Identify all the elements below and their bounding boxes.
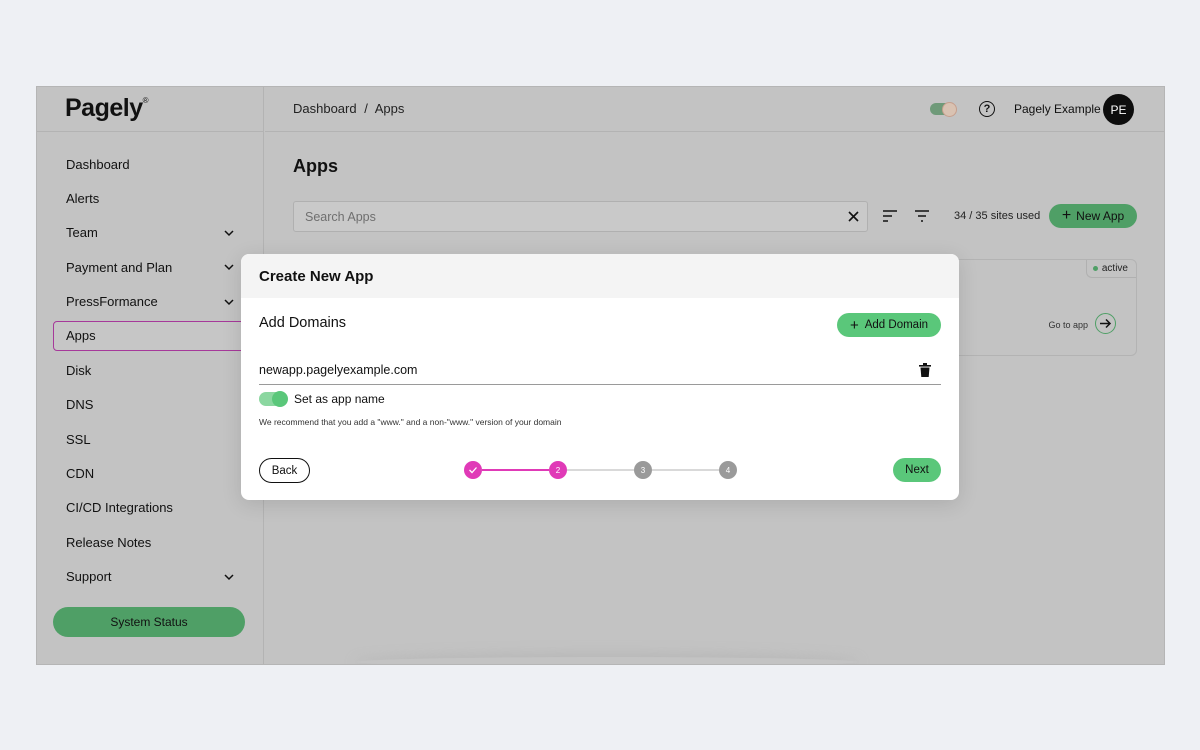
status-badge: active xyxy=(1085,260,1136,278)
modal-title: Create New App xyxy=(241,254,959,298)
step-2[interactable]: 2 xyxy=(549,461,567,479)
sidebar-item-label: Release Notes xyxy=(66,534,152,550)
shadow-decoration xyxy=(357,657,857,664)
section-title: Add Domains xyxy=(259,315,347,331)
step-connector xyxy=(482,469,549,471)
page-title: Apps xyxy=(293,156,338,176)
sidebar-item-cdn[interactable]: CDN xyxy=(53,459,245,489)
sidebar-item-team[interactable]: Team xyxy=(53,218,245,248)
sidebar-item-label: PressFormance xyxy=(66,294,158,310)
chevron-down-icon[interactable] xyxy=(223,571,235,583)
chevron-down-icon[interactable] xyxy=(223,261,235,273)
step-connector xyxy=(652,469,719,471)
next-button[interactable]: Next xyxy=(893,458,941,482)
sidebar-item-label: SSL xyxy=(66,431,91,447)
go-to-app-link[interactable]: Go to app xyxy=(1048,320,1088,330)
back-button[interactable]: Back xyxy=(259,458,310,483)
sidebar-item-disk[interactable]: Disk xyxy=(53,355,245,385)
plus-icon: + xyxy=(849,316,859,334)
sidebar-item-apps[interactable]: Apps xyxy=(53,320,245,351)
sites-used-count: 34 / 35 sites used xyxy=(954,210,1041,222)
sidebar: Pagely® Dashboard Alerts Team Payment an… xyxy=(37,87,264,664)
domain-field[interactable]: newapp.pagelyexample.com xyxy=(259,361,941,385)
domain-value: newapp.pagelyexample.com xyxy=(259,363,418,377)
system-status-button[interactable]: System Status xyxy=(53,607,245,637)
theme-toggle[interactable] xyxy=(930,102,957,117)
sidebar-item-label: Support xyxy=(66,569,112,585)
sort-icon[interactable] xyxy=(882,209,898,223)
chevron-down-icon[interactable] xyxy=(223,227,235,239)
sidebar-item-label: DNS xyxy=(66,397,94,413)
chevron-down-icon[interactable] xyxy=(223,296,235,308)
sidebar-item-label: Payment and Plan xyxy=(66,259,173,275)
step-4: 4 xyxy=(719,461,737,479)
trash-icon[interactable] xyxy=(919,363,931,377)
sidebar-nav: Dashboard Alerts Team Payment and Plan P… xyxy=(53,149,245,596)
hint-text: We recommend that you add a "www." and a… xyxy=(259,417,562,427)
sidebar-item-dashboard[interactable]: Dashboard xyxy=(53,149,245,179)
add-domain-label: Add Domain xyxy=(864,319,929,331)
sidebar-item-dns[interactable]: DNS xyxy=(53,390,245,420)
divider xyxy=(265,131,1164,132)
sidebar-item-label: Dashboard xyxy=(66,156,130,172)
divider xyxy=(37,131,264,132)
plus-icon: + xyxy=(1061,207,1072,224)
new-app-button[interactable]: + New App xyxy=(1049,204,1137,228)
sidebar-item-ssl[interactable]: SSL xyxy=(53,424,245,454)
sidebar-item-cicd-integrations[interactable]: CI/CD Integrations xyxy=(53,493,245,523)
search-input[interactable]: Search Apps xyxy=(293,201,868,232)
set-app-name-toggle[interactable] xyxy=(259,391,288,407)
sidebar-item-label: Alerts xyxy=(66,190,100,206)
sidebar-item-payment-and-plan[interactable]: Payment and Plan xyxy=(53,252,245,282)
sidebar-item-label: CDN xyxy=(66,466,95,482)
sidebar-item-release-notes[interactable]: Release Notes xyxy=(53,527,245,557)
user-name[interactable]: Pagely Example xyxy=(1014,102,1101,116)
avatar[interactable]: PE xyxy=(1103,94,1134,125)
sidebar-item-support[interactable]: Support xyxy=(53,562,245,592)
stepper: 2 3 4 xyxy=(464,461,739,479)
step-3: 3 xyxy=(634,461,652,479)
sidebar-item-pressformance[interactable]: PressFormance xyxy=(53,287,245,317)
breadcrumb: Dashboard / Apps xyxy=(293,101,408,116)
help-icon[interactable]: ? xyxy=(979,101,995,117)
new-app-label: New App xyxy=(1076,209,1125,223)
step-1-check-icon[interactable] xyxy=(464,461,482,479)
sidebar-item-label: Disk xyxy=(66,362,92,378)
create-app-modal: Create New App Add Domains + Add Domain n… xyxy=(241,254,959,500)
sidebar-item-alerts[interactable]: Alerts xyxy=(53,183,245,213)
toggle-label: Set as app name xyxy=(294,392,385,406)
sidebar-item-label: CI/CD Integrations xyxy=(66,500,173,516)
sidebar-item-label: Team xyxy=(66,225,98,241)
step-connector xyxy=(567,469,634,471)
breadcrumb-separator: / xyxy=(364,101,368,116)
arrow-right-icon[interactable] xyxy=(1095,313,1116,334)
search-placeholder: Search Apps xyxy=(305,210,376,224)
breadcrumb-dashboard[interactable]: Dashboard xyxy=(293,101,357,116)
close-icon[interactable] xyxy=(846,209,861,224)
breadcrumb-apps: Apps xyxy=(374,101,405,116)
filter-icon[interactable] xyxy=(914,209,930,223)
sidebar-item-label: Apps xyxy=(66,328,96,344)
add-domain-button[interactable]: + Add Domain xyxy=(837,313,941,337)
pagely-logo[interactable]: Pagely® xyxy=(65,94,149,123)
